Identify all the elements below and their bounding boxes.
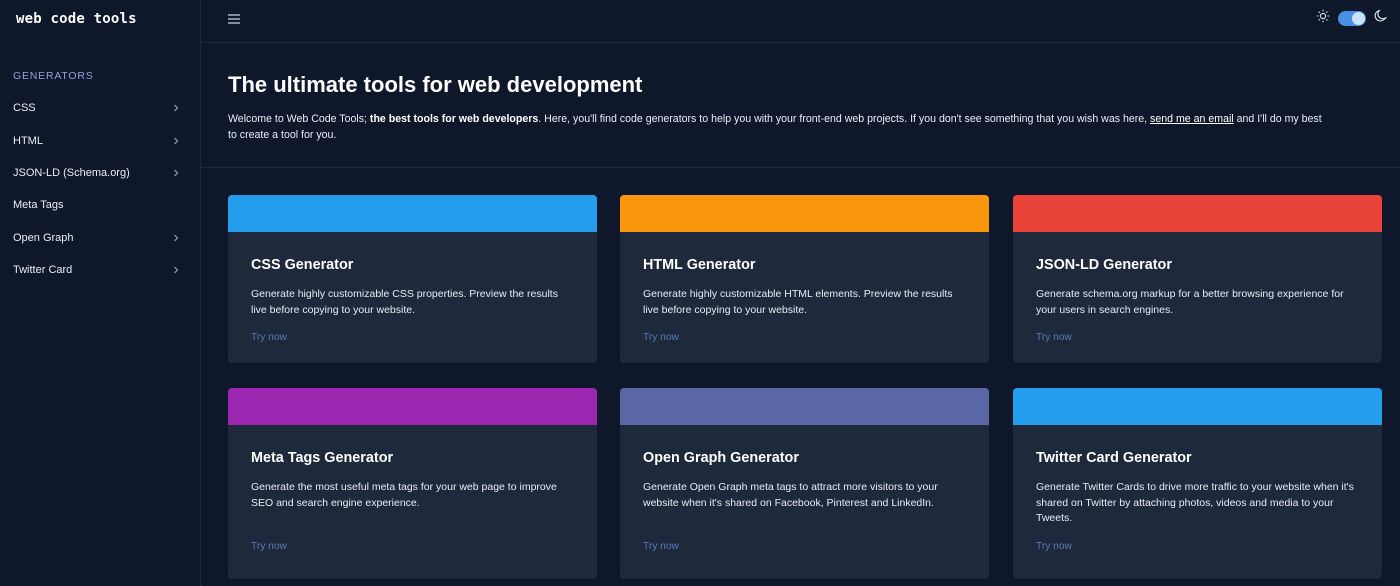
try-now-link[interactable]: Try now bbox=[1036, 332, 1072, 343]
chevron-right-icon bbox=[172, 234, 180, 242]
card-html-generator[interactable]: HTML Generator Generate highly customiza… bbox=[620, 195, 989, 363]
chevron-right-icon bbox=[172, 169, 180, 177]
toggle-knob bbox=[1352, 12, 1365, 25]
sidebar-item-json-ld[interactable]: JSON-LD (Schema.org) bbox=[0, 157, 200, 189]
hero-text-1: Welcome to Web Code Tools; bbox=[228, 113, 370, 125]
hero-description: Welcome to Web Code Tools; the best tool… bbox=[228, 111, 1328, 143]
email-link[interactable]: send me an email bbox=[1150, 113, 1234, 125]
try-now-link[interactable]: Try now bbox=[643, 541, 679, 552]
card-title: Twitter Card Generator bbox=[1036, 450, 1192, 466]
card-color-band bbox=[620, 195, 989, 232]
top-bar bbox=[201, 0, 1400, 43]
sidebar-item-open-graph[interactable]: Open Graph bbox=[0, 222, 200, 254]
card-twitter-card-generator[interactable]: Twitter Card Generator Generate Twitter … bbox=[1013, 388, 1382, 579]
sidebar-heading: Generators bbox=[13, 70, 94, 82]
card-color-band bbox=[228, 388, 597, 425]
card-description: Generate Twitter Cards to drive more tra… bbox=[1036, 481, 1354, 524]
page-title: The ultimate tools for web development bbox=[228, 72, 643, 97]
hero-bold-text: the best tools for web developers bbox=[369, 113, 539, 125]
card-description: Generate the most useful meta tags for y… bbox=[251, 481, 557, 509]
card-description: Generate highly customizable HTML elemen… bbox=[643, 288, 953, 316]
card-title: Meta Tags Generator bbox=[251, 450, 394, 466]
sidebar-nav: CSS HTML JSON-LD (Schema.org) Meta Tags … bbox=[0, 92, 200, 286]
sun-icon bbox=[1316, 9, 1330, 28]
sidebar: web code tools Generators CSS HTML JSON-… bbox=[0, 0, 201, 586]
site-logo[interactable]: web code tools bbox=[16, 11, 137, 27]
chevron-right-icon bbox=[172, 137, 180, 145]
try-now-link[interactable]: Try now bbox=[251, 332, 287, 343]
sidebar-item-label: HTML bbox=[13, 134, 43, 147]
moon-icon bbox=[1374, 9, 1388, 28]
card-title: JSON-LD Generator bbox=[1036, 257, 1172, 273]
card-open-graph-generator[interactable]: Open Graph Generator Generate Open Graph… bbox=[620, 388, 989, 579]
card-json-ld-generator[interactable]: JSON-LD Generator Generate schema.org ma… bbox=[1013, 195, 1382, 363]
sidebar-item-label: Open Graph bbox=[13, 231, 74, 244]
sidebar-item-label: Meta Tags bbox=[13, 199, 64, 212]
theme-switcher bbox=[1316, 9, 1388, 28]
card-color-band bbox=[1013, 388, 1382, 425]
hero-text-2: . Here, you'll find code generators to h… bbox=[538, 113, 1151, 125]
card-description: Generate schema.org markup for a better … bbox=[1036, 288, 1344, 316]
card-title: HTML Generator bbox=[643, 257, 756, 273]
card-color-band bbox=[228, 195, 597, 232]
sidebar-item-twitter-card[interactable]: Twitter Card bbox=[0, 254, 200, 286]
card-css-generator[interactable]: CSS Generator Generate highly customizab… bbox=[228, 195, 597, 363]
sidebar-item-html[interactable]: HTML bbox=[0, 124, 200, 156]
sidebar-item-label: JSON-LD (Schema.org) bbox=[13, 166, 130, 179]
chevron-right-icon bbox=[172, 266, 180, 274]
try-now-link[interactable]: Try now bbox=[251, 541, 287, 552]
card-description: Generate Open Graph meta tags to attract… bbox=[643, 481, 938, 509]
sidebar-item-css[interactable]: CSS bbox=[0, 92, 200, 124]
try-now-link[interactable]: Try now bbox=[643, 332, 679, 343]
sidebar-item-label: Twitter Card bbox=[13, 264, 73, 277]
card-description: Generate highly customizable CSS propert… bbox=[251, 288, 558, 316]
hamburger-icon[interactable] bbox=[227, 12, 241, 26]
dark-mode-toggle[interactable] bbox=[1338, 11, 1366, 26]
card-meta-tags-generator[interactable]: Meta Tags Generator Generate the most us… bbox=[228, 388, 597, 579]
card-color-band bbox=[620, 388, 989, 425]
card-title: Open Graph Generator bbox=[643, 450, 799, 466]
try-now-link[interactable]: Try now bbox=[1036, 541, 1072, 552]
sidebar-item-meta-tags[interactable]: Meta Tags bbox=[0, 189, 200, 221]
chevron-right-icon bbox=[172, 104, 180, 112]
card-color-band bbox=[1013, 195, 1382, 232]
hero-section: The ultimate tools for web development W… bbox=[201, 43, 1400, 168]
sidebar-item-label: CSS bbox=[13, 102, 36, 115]
card-title: CSS Generator bbox=[251, 257, 354, 273]
